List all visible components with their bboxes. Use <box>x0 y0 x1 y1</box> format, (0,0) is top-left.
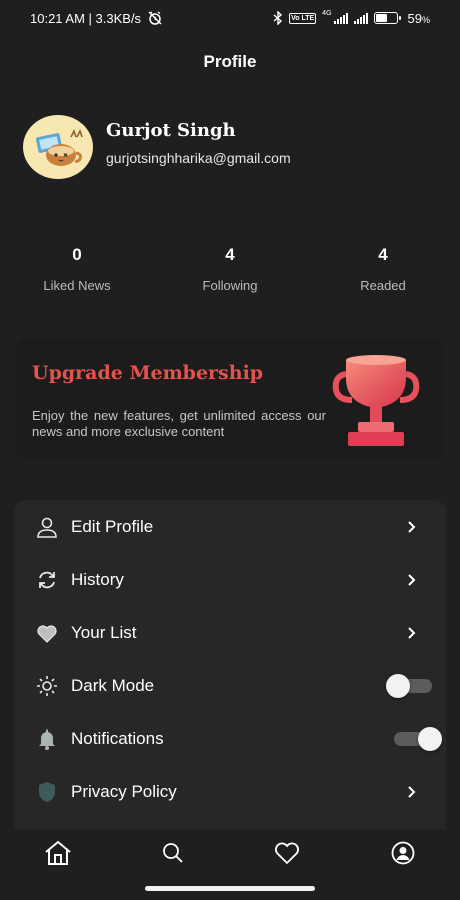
volte-icon: Vo LTE <box>289 12 317 24</box>
status-bar: 10:21 AM | 3.3KB/s Vo LTE 4G 59% <box>0 0 460 36</box>
nav-favorites[interactable] <box>272 838 302 868</box>
battery-icon <box>373 12 401 24</box>
home-indicator[interactable] <box>145 886 315 891</box>
profile-text: Gurjot Singh gurjotsinghharika@gmail.com <box>106 120 291 166</box>
stat-label: Readed <box>360 278 406 293</box>
profile-icon <box>391 841 415 865</box>
notifications-toggle[interactable] <box>394 727 442 751</box>
sun-icon <box>37 676 57 696</box>
bottom-nav <box>0 830 460 876</box>
stats-row: 0 Liked News 4 Following 4 Readed <box>0 245 460 300</box>
menu-label: Notifications <box>71 729 164 748</box>
page-title: Profile <box>203 52 257 71</box>
shield-icon <box>39 782 55 802</box>
network-type: 4G <box>322 9 332 17</box>
search-icon <box>163 843 183 863</box>
chevron-right-icon <box>408 627 416 639</box>
status-left: 10:21 AM | 3.3KB/s <box>30 10 163 26</box>
settings-menu: Edit Profile History Your List Dark Mode <box>14 500 446 830</box>
upgrade-description: Enjoy the new features, get unlimited ac… <box>32 408 326 439</box>
trophy-icon <box>332 355 420 446</box>
menu-label: Edit Profile <box>71 517 154 536</box>
alarm-off-icon <box>148 11 162 25</box>
stat-value: 4 <box>378 245 388 264</box>
refresh-icon <box>39 571 55 589</box>
toggle-knob <box>418 727 442 751</box>
menu-item-dark-mode[interactable]: Dark Mode <box>14 664 446 708</box>
chevron-right-icon <box>408 521 416 533</box>
stat-label: Following <box>202 278 258 293</box>
chevron-right-icon <box>408 786 416 798</box>
avatar-illustration-icon <box>35 129 83 166</box>
menu-label: History <box>71 570 124 589</box>
nav-profile[interactable] <box>388 838 418 868</box>
menu-item-notifications[interactable]: Notifications <box>14 717 446 761</box>
home-icon <box>45 840 71 865</box>
stat-liked-news[interactable]: 0 Liked News <box>17 245 137 293</box>
status-right: Vo LTE 4G 59% <box>273 9 430 26</box>
menu-label: Privacy Policy <box>71 782 177 801</box>
heart-icon <box>37 625 57 643</box>
user-icon <box>37 517 57 538</box>
stat-value: 0 <box>72 245 82 264</box>
chevron-right-icon <box>408 574 416 586</box>
user-email: gurjotsinghharika@gmail.com <box>106 150 291 166</box>
dark-mode-toggle[interactable] <box>386 674 432 698</box>
stat-readed[interactable]: 4 Readed <box>323 245 443 293</box>
profile-header: Gurjot Singh gurjotsinghharika@gmail.com <box>23 115 291 179</box>
stat-value: 4 <box>225 245 235 264</box>
battery-level: 59% <box>407 10 430 26</box>
menu-label: Dark Mode <box>71 676 155 695</box>
stat-following[interactable]: 4 Following <box>170 245 290 293</box>
bluetooth-icon <box>273 11 283 25</box>
status-time: 10:21 AM | 3.3KB/s <box>30 10 142 26</box>
signal-icon-2 <box>353 12 368 24</box>
menu-item-history[interactable]: History <box>14 558 446 602</box>
toggle-knob <box>386 674 410 698</box>
stat-label: Liked News <box>43 278 111 293</box>
menu-item-privacy-policy[interactable]: Privacy Policy <box>14 770 446 814</box>
nav-home[interactable] <box>43 838 73 868</box>
heart-icon <box>275 842 299 865</box>
upgrade-title: Upgrade Membership <box>32 362 264 384</box>
menu-item-your-list[interactable]: Your List <box>14 611 446 655</box>
nav-search[interactable] <box>158 838 188 868</box>
avatar[interactable] <box>23 115 93 179</box>
signal-icon-1 <box>333 12 348 24</box>
menu-item-edit-profile[interactable]: Edit Profile <box>14 505 446 549</box>
bell-icon <box>39 729 55 750</box>
menu-label: Your List <box>71 623 137 642</box>
user-name: Gurjot Singh <box>106 120 236 141</box>
upgrade-membership-card[interactable]: Upgrade Membership Enjoy the new feature… <box>16 338 444 460</box>
